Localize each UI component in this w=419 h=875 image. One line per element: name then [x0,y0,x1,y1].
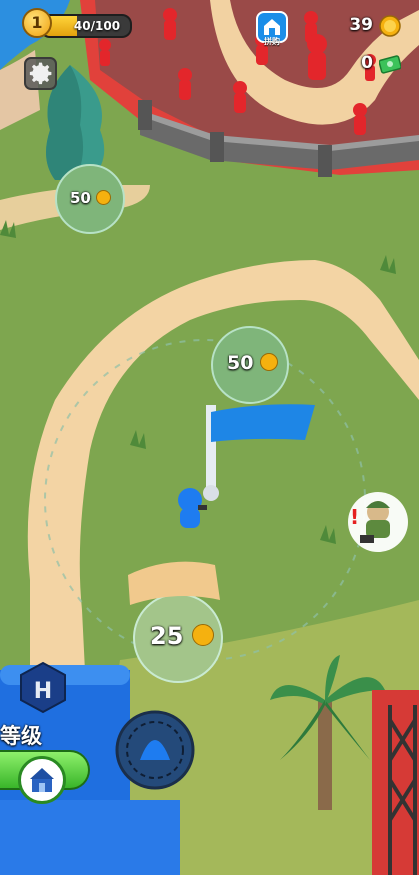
player-level-bar: 40/100 1 [22,8,132,38]
xp-text: 40/100 [73,19,121,33]
recruit-soldier[interactable]: ! [348,492,408,552]
cash-amount: 0 [361,53,373,73]
gold-coin-icon [96,190,112,205]
game-scene: ! H [0,0,419,875]
unlock-price-center-value: 50 [227,352,254,374]
shop-label: 拼购 [264,37,280,46]
level-badge: 1 [22,8,52,38]
xp-bar: 40/100 [40,14,132,38]
unlock-price-top[interactable]: 50 [70,189,112,207]
shop-button[interactable]: 拼购 [255,10,289,46]
gold-amount: 39 [349,15,373,35]
unlock-price-bottom-value: 25 [150,622,184,650]
unlock-price-top-value: 50 [70,189,91,207]
hq-level-label: 等级 [0,724,42,748]
gold-counter: 39 [337,12,407,38]
gear-icon [29,62,52,85]
hq-letter: H [34,679,52,704]
unlock-price-bottom[interactable]: 25 [150,622,214,650]
building-upgrade-icon[interactable] [18,756,66,804]
gold-coin-icon [260,353,279,371]
cash-icon [379,55,401,74]
gold-coin-icon [191,624,214,646]
settings-button[interactable] [24,57,57,90]
cash-counter: 0 [337,50,407,76]
gold-coin-icon [379,15,401,37]
building-icon [30,768,54,792]
svg-text:!: ! [350,505,359,529]
unlock-price-center[interactable]: 50 [227,352,279,374]
